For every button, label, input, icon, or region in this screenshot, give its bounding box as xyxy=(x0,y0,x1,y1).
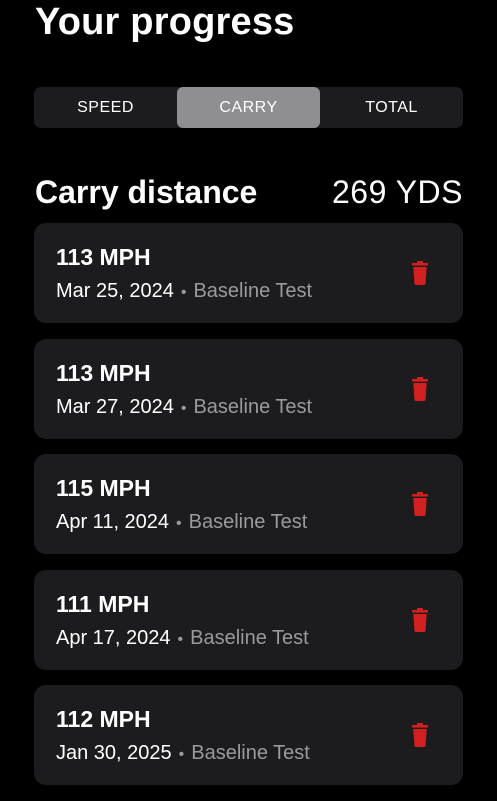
page-title: Your progress xyxy=(35,1,295,43)
list-item[interactable]: 113 MPH Mar 27, 2024 • Baseline Test xyxy=(34,338,463,439)
entry-speed: 113 MPH xyxy=(56,244,151,270)
trash-icon[interactable] xyxy=(410,607,430,632)
carry-distance-value: 269 YDS xyxy=(332,173,463,210)
tab-speed[interactable]: SPEED xyxy=(34,87,177,128)
section-header: Carry distance 269 YDS xyxy=(35,170,463,214)
list-item[interactable]: 113 MPH Mar 25, 2024 • Baseline Test xyxy=(34,223,463,323)
list-item[interactable]: 111 MPH Apr 17, 2024 • Baseline Test xyxy=(34,569,463,670)
separator-dot: • xyxy=(178,746,185,763)
entry-speed: 113 MPH xyxy=(56,359,151,386)
metric-segmented-control: SPEED CARRY TOTAL xyxy=(34,87,463,128)
trash-icon[interactable] xyxy=(410,492,430,516)
entry-meta: Apr 17, 2024 • Baseline Test xyxy=(56,625,309,653)
entry-type: Baseline Test xyxy=(190,626,309,649)
entry-speed: 111 MPH xyxy=(56,590,150,617)
trash-icon[interactable] xyxy=(410,376,430,401)
entry-meta: Jan 30, 2025 • Baseline Test xyxy=(56,740,310,768)
list-item[interactable]: 115 MPH Apr 11, 2024 • Baseline Test xyxy=(34,454,463,554)
trash-icon[interactable] xyxy=(410,723,430,747)
entry-type: Baseline Test xyxy=(188,511,308,533)
separator-dot: • xyxy=(176,515,182,532)
entry-speed: 112 MPH xyxy=(56,706,151,732)
entry-date: Apr 17, 2024 xyxy=(56,626,171,649)
progress-list: 113 MPH Mar 25, 2024 • Baseline Test 113 M… xyxy=(34,223,463,801)
section-title: Carry distance xyxy=(35,173,258,210)
entry-meta: Mar 27, 2024 • Baseline Test xyxy=(56,394,312,422)
entry-meta: Apr 11, 2024 • Baseline Test xyxy=(56,509,307,537)
entry-date: Mar 25, 2024 xyxy=(56,280,174,302)
entry-meta: Mar 25, 2024 • Baseline Test xyxy=(56,278,312,306)
entry-date: Apr 11, 2024 xyxy=(56,511,170,533)
entry-date: Jan 30, 2025 xyxy=(56,742,172,764)
entry-type: Baseline Test xyxy=(191,742,310,764)
entry-speed: 115 MPH xyxy=(56,475,151,501)
entry-type: Baseline Test xyxy=(193,395,313,418)
separator-dot: • xyxy=(180,399,187,417)
separator-dot: • xyxy=(177,630,184,648)
separator-dot: • xyxy=(180,284,187,301)
trash-icon[interactable] xyxy=(410,261,430,285)
entry-type: Baseline Test xyxy=(193,280,313,302)
tab-carry[interactable]: CARRY xyxy=(177,87,320,128)
entry-date: Mar 27, 2024 xyxy=(56,395,174,418)
tab-total[interactable]: TOTAL xyxy=(320,87,463,128)
list-item[interactable]: 112 MPH Jan 30, 2025 • Baseline Test xyxy=(34,685,463,785)
